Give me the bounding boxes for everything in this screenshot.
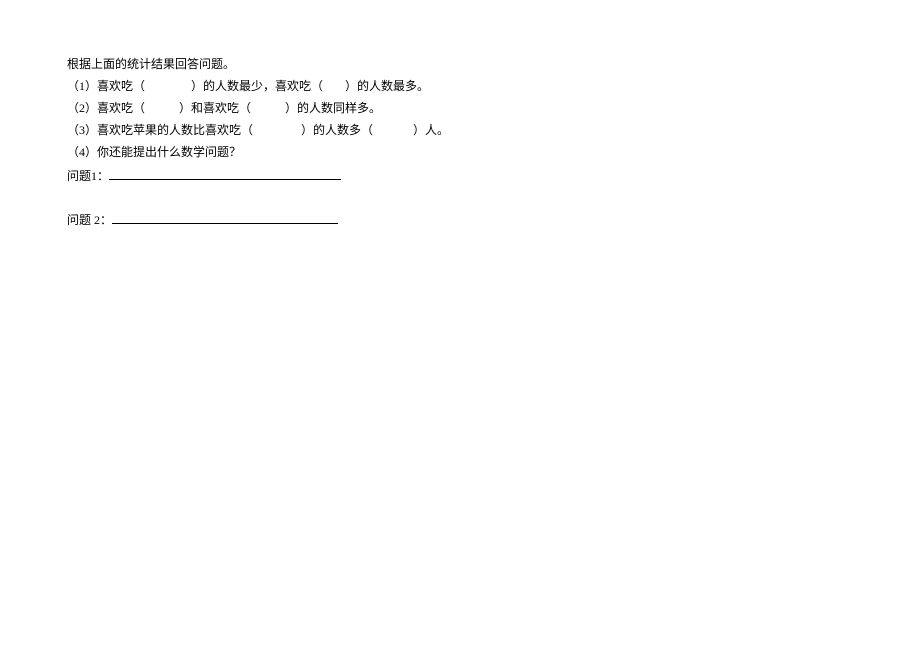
q3-part-b: ）的人数多（ [301, 123, 373, 137]
question-4: （4）你还能提出什么数学问题？ [67, 146, 920, 158]
q3-part-a: （3）喜欢吃苹果的人数比喜欢吃（ [67, 123, 253, 137]
q6-label: 问题 2： [67, 213, 112, 227]
question-5-line: 问题1： [67, 168, 920, 182]
q1-part-b: ）的人数最少，喜欢吃（ [191, 79, 323, 93]
question-2: （2）喜欢吃（ ）和喜欢吃（ ）的人数同样多。 [67, 102, 920, 114]
q5-blank[interactable] [109, 168, 341, 180]
q1-part-c: ）的人数最多。 [345, 79, 429, 93]
q5-label: 问题1： [67, 169, 109, 183]
q2-part-a: （2）喜欢吃（ [67, 101, 145, 115]
intro-text: 根据上面的统计结果回答问题。 [67, 58, 920, 70]
q6-blank[interactable] [112, 212, 338, 224]
question-6-line: 问题 2： [67, 212, 920, 226]
q2-part-b: ）和喜欢吃（ [179, 101, 251, 115]
q1-part-a: （1）喜欢吃（ [67, 79, 145, 93]
q2-part-c: ）的人数同样多。 [285, 101, 381, 115]
question-3: （3）喜欢吃苹果的人数比喜欢吃（ ）的人数多（ ）人。 [67, 124, 920, 136]
q3-part-c: ）人。 [413, 123, 449, 137]
question-1: （1）喜欢吃（ ）的人数最少，喜欢吃（ ）的人数最多。 [67, 80, 920, 92]
q4-part-a: （4）你还能提出什么数学问题？ [67, 145, 241, 159]
